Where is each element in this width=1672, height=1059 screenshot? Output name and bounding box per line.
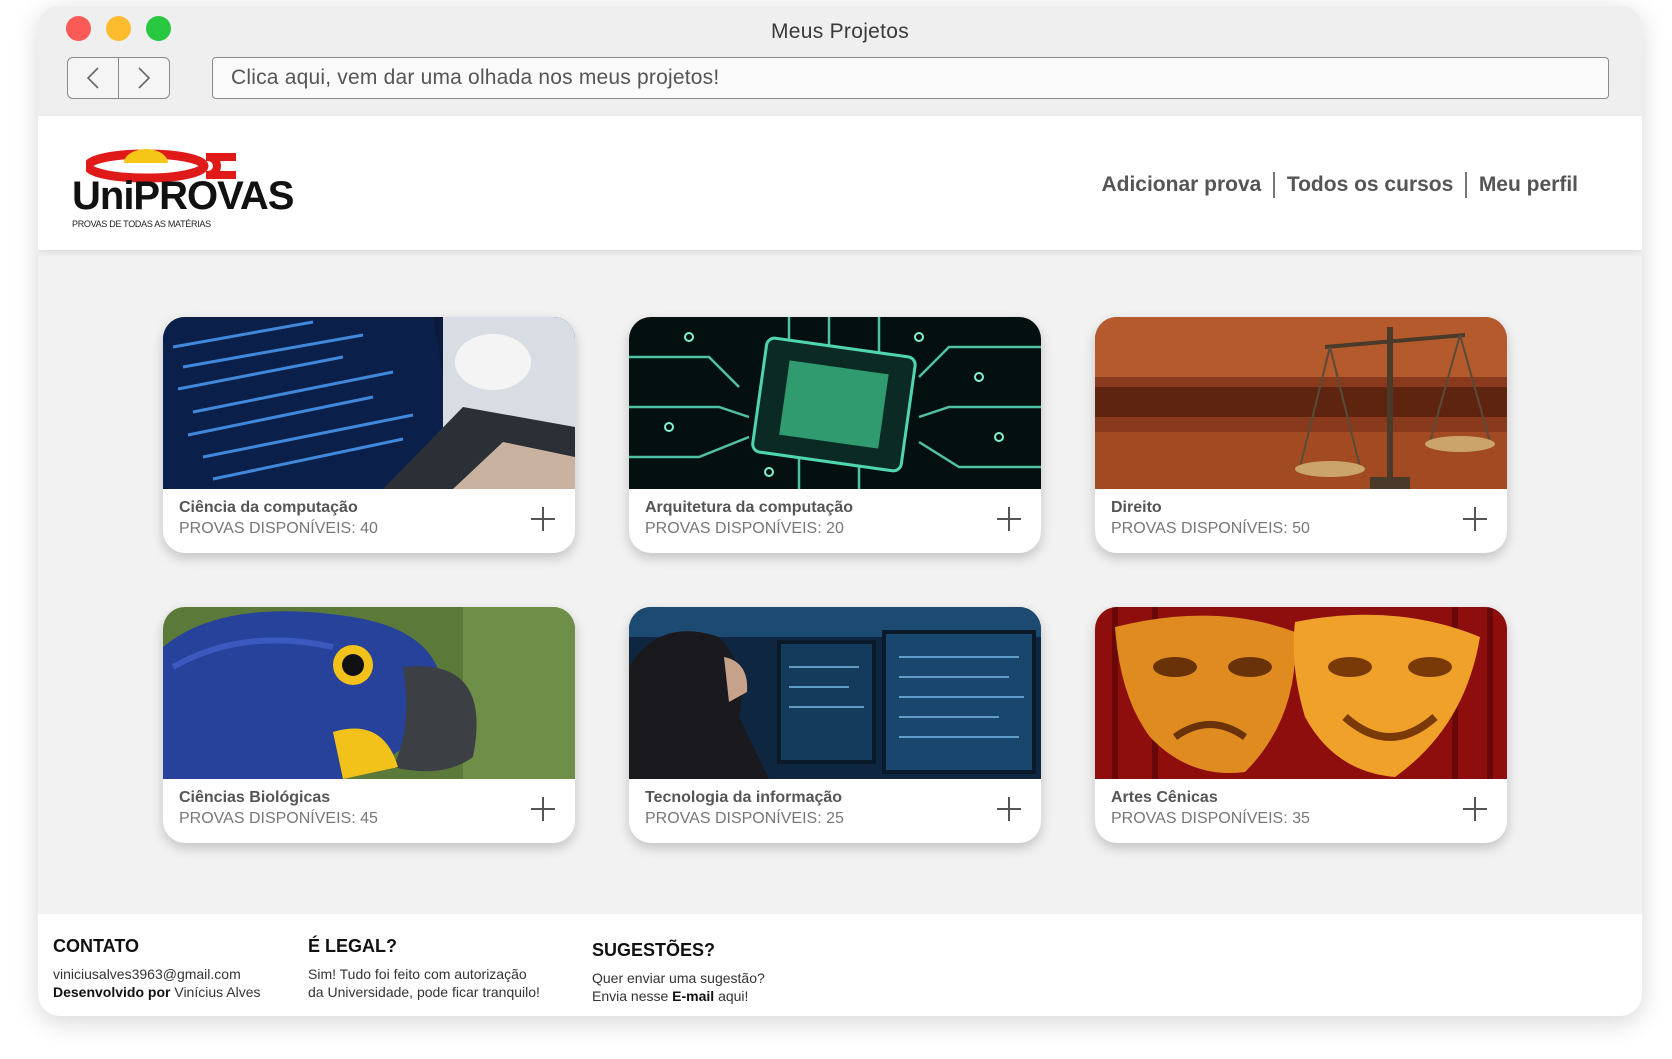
logo-brand: UniPROVAS: [72, 174, 294, 218]
course-name: Tecnologia da informação: [645, 789, 843, 806]
window-title: Meus Projetos: [770, 20, 910, 43]
course-card[interactable]: Ciências Biológicas PROVAS DISPONÍVEIS: …: [163, 607, 575, 843]
nav-my-profile[interactable]: Meu perfil: [1467, 173, 1590, 197]
browser-window: Meus Projetos Clica aqui, vem dar uma ol…: [38, 6, 1642, 1016]
chevron-right-icon: [138, 67, 151, 89]
course-count: PROVAS DISPONÍVEIS: 50: [1111, 520, 1310, 537]
course-name: Ciência da computação: [179, 499, 358, 516]
footer-suggestions: SUGESTÕES? Quer enviar uma sugestão? Env…: [592, 940, 765, 1005]
forward-button[interactable]: [118, 57, 170, 99]
course-card[interactable]: Arquitetura da computação PROVAS DISPONÍ…: [629, 317, 1041, 553]
course-card[interactable]: Ciência da computação PROVAS DISPONÍVEIS…: [163, 317, 575, 553]
developer-name: Vinícius Alves: [174, 984, 261, 1000]
suggest-email-link[interactable]: E-mail: [672, 988, 714, 1004]
course-count: PROVAS DISPONÍVEIS: 20: [645, 520, 844, 537]
developer-credit: Desenvolvido por Vinícius Alves: [53, 983, 260, 1001]
course-name: Direito: [1111, 499, 1162, 516]
plus-icon[interactable]: [1463, 507, 1487, 531]
laptop-code-image: [163, 317, 575, 489]
top-navigation: Adicionar prova Todos os cursos Meu perf…: [1089, 172, 1590, 198]
footer-legal-heading: É LEGAL?: [308, 936, 397, 956]
course-name: Ciências Biológicas: [179, 789, 331, 806]
chevron-left-icon: [86, 67, 99, 89]
site-footer: CONTATO viniciusalves3963@gmail.com Dese…: [38, 914, 1642, 1016]
course-name: Arquitetura da computação: [645, 499, 854, 516]
suggest-line-2-post: aqui!: [718, 988, 749, 1004]
suggest-line-1: Quer enviar uma sugestão?: [592, 970, 765, 986]
course-card[interactable]: Direito PROVAS DISPONÍVEIS: 50: [1095, 317, 1507, 553]
plus-icon[interactable]: [997, 797, 1021, 821]
plus-icon[interactable]: [997, 507, 1021, 531]
site-header: UniPROVAS PROVAS DE TODAS AS MATÉRIAS Ad…: [38, 116, 1642, 250]
course-count: PROVAS DISPONÍVEIS: 45: [179, 810, 378, 827]
course-count: PROVAS DISPONÍVEIS: 35: [1111, 810, 1310, 827]
address-bar[interactable]: Clica aqui, vem dar uma olhada nos meus …: [212, 57, 1609, 99]
back-button[interactable]: [67, 57, 119, 99]
plus-icon[interactable]: [1463, 797, 1487, 821]
browser-chrome: Meus Projetos Clica aqui, vem dar uma ol…: [38, 6, 1642, 116]
suggest-line-2-pre: Envia nesse: [592, 988, 669, 1004]
footer-suggestions-heading: SUGESTÕES?: [592, 940, 716, 960]
footer-contact-heading: CONTATO: [53, 936, 139, 956]
developer-label: Desenvolvido por: [53, 984, 171, 1000]
suggest-line-2: Envia nesse E-mail aqui!: [592, 987, 765, 1005]
theater-masks-image: [1095, 607, 1507, 779]
uniprovas-logo[interactable]: UniPROVAS PROVAS DE TODAS AS MATÉRIAS: [72, 144, 312, 229]
footer-contact: CONTATO viniciusalves3963@gmail.com Dese…: [53, 936, 260, 1001]
contact-email[interactable]: viniciusalves3963@gmail.com: [53, 965, 260, 983]
legal-line-2: da Universidade, pode ficar tranquilo!: [308, 984, 540, 1000]
nav-all-courses[interactable]: Todos os cursos: [1275, 173, 1465, 197]
legal-line-1: Sim! Tudo foi feito com autorização: [308, 966, 527, 982]
course-count: PROVAS DISPONÍVEIS: 40: [179, 520, 378, 537]
logo-tagline: PROVAS DE TODAS AS MATÉRIAS: [72, 219, 211, 229]
justice-scale-image: [1095, 317, 1507, 489]
course-name: Artes Cênicas: [1111, 789, 1218, 806]
circuit-chip-image: [629, 317, 1041, 489]
plus-icon[interactable]: [531, 797, 555, 821]
footer-legal: É LEGAL? Sim! Tudo foi feito com autoriz…: [308, 936, 540, 1001]
plus-icon[interactable]: [531, 507, 555, 531]
course-card[interactable]: Tecnologia da informação PROVAS DISPONÍV…: [629, 607, 1041, 843]
course-card[interactable]: Artes Cênicas PROVAS DISPONÍVEIS: 35: [1095, 607, 1507, 843]
nav-add-exam[interactable]: Adicionar prova: [1089, 173, 1273, 197]
monitors-woman-image: [629, 607, 1041, 779]
course-count: PROVAS DISPONÍVEIS: 25: [645, 810, 844, 827]
blue-macaw-image: [163, 607, 575, 779]
